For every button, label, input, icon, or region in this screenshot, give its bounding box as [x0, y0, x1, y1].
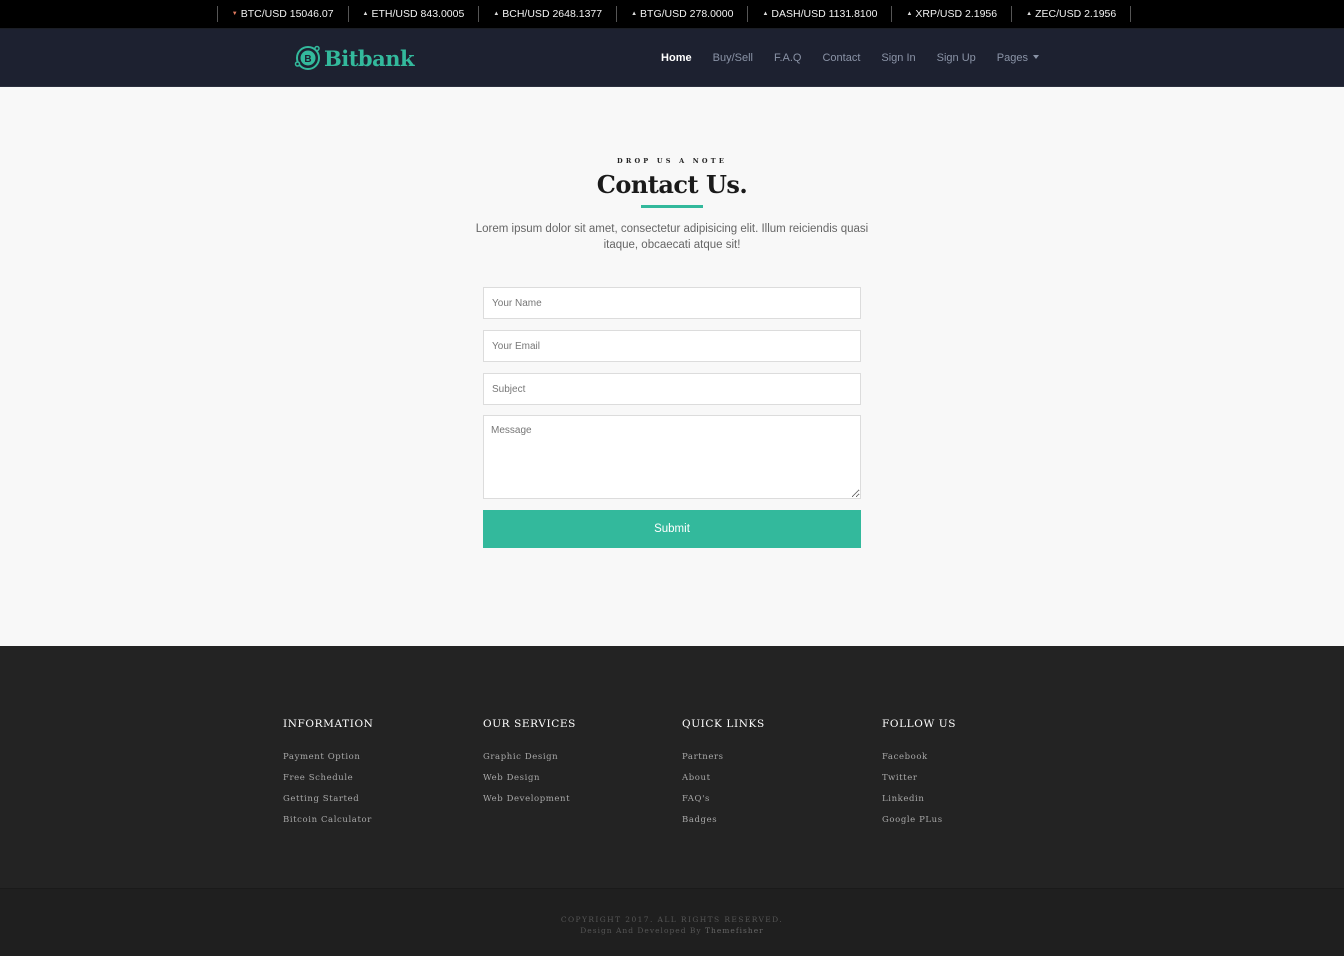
site-footer: INFORMATION Payment Option Free Schedule… [0, 646, 1344, 888]
up-arrow-icon: ▲ [362, 11, 369, 17]
ticker-item-bch: ▲ BCH/USD 2648.1377 [478, 6, 616, 22]
nav-contact[interactable]: Contact [822, 52, 860, 64]
ticker-price: 278.0000 [689, 8, 734, 20]
ticker-symbol: ZEC/USD [1035, 8, 1082, 20]
contact-section: DROP US A NOTE Contact Us. Lorem ipsum d… [0, 87, 1344, 646]
ticker-symbol: ETH/USD [371, 8, 418, 20]
ticker-item-eth: ▲ ETH/USD 843.0005 [347, 6, 479, 22]
footer-link[interactable]: Badges [682, 810, 765, 831]
up-arrow-icon: ▲ [493, 11, 500, 17]
bitcoin-circle-icon: B [293, 43, 323, 73]
main-navbar: B Bitbank Home Buy/Sell F.A.Q Contact Si… [0, 29, 1344, 87]
nav-sign-in[interactable]: Sign In [881, 52, 915, 64]
down-arrow-icon: ▼ [231, 11, 238, 17]
copyright-text: COPYRIGHT 2017. ALL RIGHTS RESERVED. [560, 915, 784, 924]
footer-link-google-plus[interactable]: Google PLus [882, 810, 956, 831]
svg-text:B: B [304, 54, 311, 65]
up-arrow-icon: ▲ [762, 11, 769, 17]
footer-link[interactable]: Graphic Design [483, 747, 576, 768]
footer-link-facebook[interactable]: Facebook [882, 747, 956, 768]
credit-link[interactable]: Themefisher [705, 926, 764, 935]
footer-bottom-bar: COPYRIGHT 2017. ALL RIGHTS RESERVED. Des… [0, 888, 1344, 956]
ticker-item-btg: ▲ BTG/USD 278.0000 [616, 6, 747, 22]
ticker-price: 15046.07 [289, 8, 334, 20]
footer-heading: INFORMATION [283, 718, 374, 730]
footer-link[interactable]: Web Development [483, 789, 576, 810]
credit-line: Design And Developed By Themefisher [0, 925, 1344, 936]
section-eyebrow: DROP US A NOTE [617, 157, 727, 165]
ticker-price: 843.0005 [420, 8, 465, 20]
up-arrow-icon: ▲ [631, 11, 638, 17]
ticker-price: 2.1956 [965, 8, 998, 20]
nav-faq[interactable]: F.A.Q [774, 52, 802, 64]
message-textarea[interactable] [483, 415, 861, 499]
ticker-symbol: BCH/USD [502, 8, 550, 20]
up-arrow-icon: ▲ [906, 11, 913, 17]
footer-link[interactable]: FAQ's [682, 789, 765, 810]
footer-column-quick-links: QUICK LINKS Partners About FAQ's Badges [682, 718, 765, 831]
ticker-price: 2.1956 [1084, 8, 1117, 20]
footer-column-follow: FOLLOW US Facebook Twitter Linkedin Goog… [882, 718, 956, 831]
footer-link[interactable]: Payment Option [283, 747, 373, 768]
page-title: Contact Us. [596, 170, 748, 199]
nav-buy-sell[interactable]: Buy/Sell [713, 52, 753, 64]
up-arrow-icon: ▲ [1026, 11, 1033, 17]
submit-button[interactable]: Submit [483, 510, 861, 548]
title-underline [641, 205, 703, 208]
footer-link[interactable]: Getting Started [283, 789, 373, 810]
caret-down-icon [1033, 55, 1039, 59]
footer-link[interactable]: Bitcoin Calculator [283, 810, 373, 831]
section-description: Lorem ipsum dolor sit amet, consectetur … [475, 223, 869, 251]
ticker-symbol: BTC/USD [240, 8, 287, 20]
nav-pages-dropdown[interactable]: Pages [997, 52, 1039, 64]
nav-menu: Home Buy/Sell F.A.Q Contact Sign In Sign… [640, 29, 1039, 87]
ticker-item-dash: ▲ DASH/USD 1131.8100 [747, 6, 891, 22]
ticker-symbol: XRP/USD [915, 8, 963, 20]
ticker-price: 2648.1377 [552, 8, 603, 20]
nav-sign-up[interactable]: Sign Up [937, 52, 976, 64]
footer-link-linkedin[interactable]: Linkedin [882, 789, 956, 810]
ticker-item-xrp: ▲ XRP/USD 2.1956 [891, 6, 1011, 22]
ticker-symbol: DASH/USD [771, 8, 826, 20]
footer-column-information: INFORMATION Payment Option Free Schedule… [283, 718, 373, 831]
footer-heading: OUR SERVICES [483, 718, 576, 730]
email-input[interactable] [483, 330, 861, 362]
footer-heading: QUICK LINKS [682, 718, 765, 730]
footer-link[interactable]: Free Schedule [283, 768, 373, 789]
nav-home[interactable]: Home [661, 52, 692, 64]
brand-name: Bitbank [324, 45, 415, 71]
ticker-item-btc: ▼ BTC/USD 15046.07 [216, 6, 348, 22]
footer-link[interactable]: About [682, 768, 765, 789]
ticker-item-zec: ▲ ZEC/USD 2.1956 [1011, 6, 1132, 22]
price-ticker: ▼ BTC/USD 15046.07 ▲ ETH/USD 843.0005 ▲ BCH… [0, 0, 1344, 29]
credit-prefix: Design And Developed By [580, 926, 702, 935]
nav-pages-label: Pages [996, 52, 1028, 64]
subject-input[interactable] [483, 373, 861, 405]
name-input[interactable] [483, 287, 861, 319]
footer-link[interactable]: Partners [682, 747, 765, 768]
brand-logo[interactable]: B Bitbank [293, 43, 415, 73]
footer-link-twitter[interactable]: Twitter [882, 768, 956, 789]
footer-link[interactable]: Web Design [483, 768, 576, 789]
footer-column-services: OUR SERVICES Graphic Design Web Design W… [483, 718, 576, 810]
ticker-price: 1131.8100 [828, 8, 878, 20]
ticker-symbol: BTG/USD [640, 8, 687, 20]
footer-heading: FOLLOW US [882, 718, 957, 730]
